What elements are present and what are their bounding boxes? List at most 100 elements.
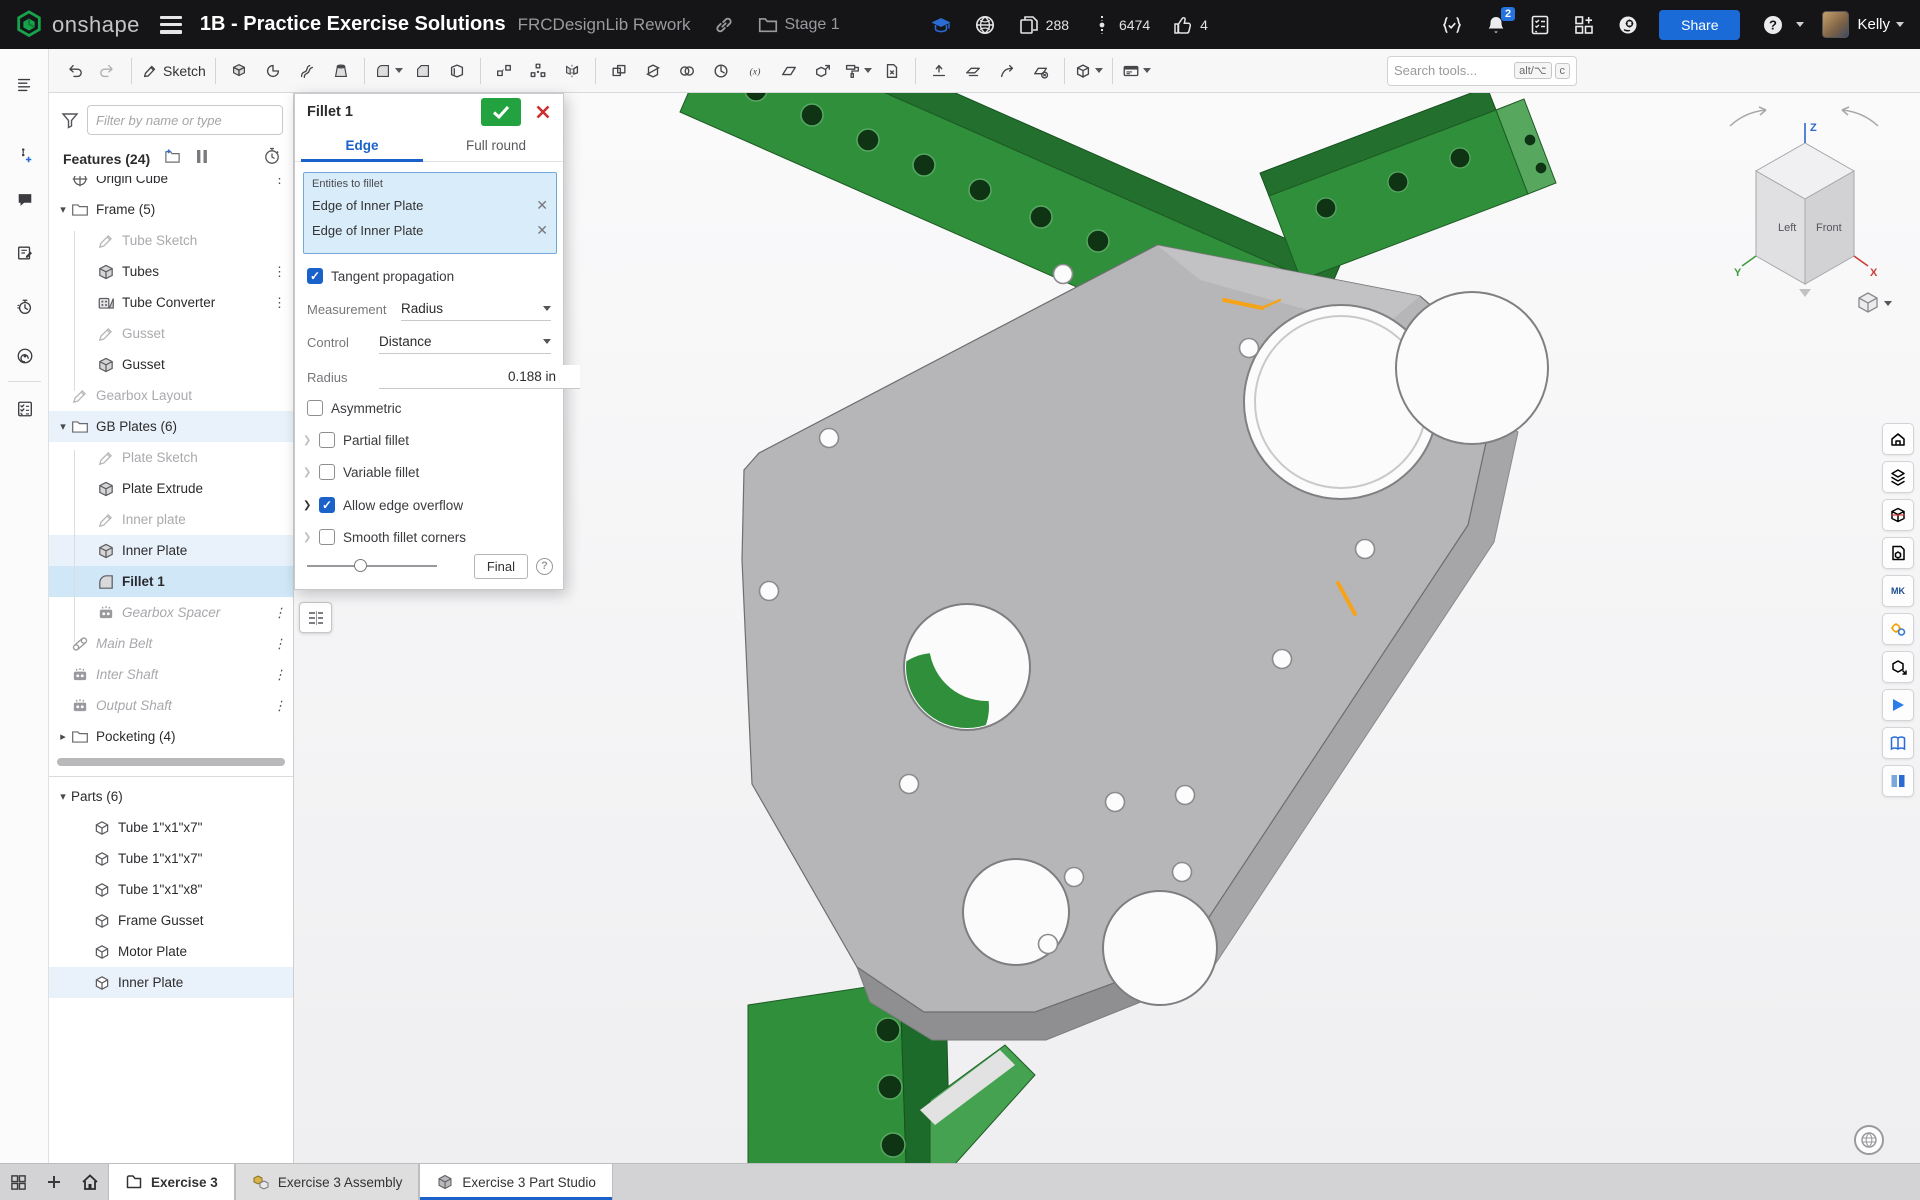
- notifications-button[interactable]: 2: [1485, 14, 1507, 36]
- filter-input[interactable]: [87, 105, 283, 135]
- feature-item-plate-extrude[interactable]: Plate Extrude: [49, 473, 293, 504]
- feature-item-tubes[interactable]: Tubes⋮: [49, 256, 293, 287]
- part-item-tube-1-x1-x8-[interactable]: Tube 1"x1"x8": [49, 874, 293, 905]
- part-item-frame-gusset[interactable]: Frame Gusset: [49, 905, 293, 936]
- view-globe-button[interactable]: [1854, 1125, 1884, 1155]
- drive-shortcut-button[interactable]: [1882, 689, 1914, 721]
- document-shortcut-button[interactable]: [1882, 537, 1914, 569]
- feature-item-inter-shaft[interactable]: Inter Shaft⋮: [49, 659, 293, 690]
- feature-item-frame-5-[interactable]: ▾Frame (5): [49, 194, 293, 225]
- mirror-button[interactable]: [555, 54, 589, 88]
- share-link-icon[interactable]: [713, 14, 735, 36]
- part-item-tube-1-x1-x7-[interactable]: Tube 1"x1"x7": [49, 843, 293, 874]
- partial-fillet-checkbox[interactable]: [319, 432, 335, 448]
- learning-center-icon[interactable]: [10, 341, 40, 371]
- part-item-inner-plate[interactable]: Inner Plate: [49, 967, 293, 998]
- allow-edge-overflow-checkbox[interactable]: ✓: [319, 497, 335, 513]
- versions-counter[interactable]: 6474: [1091, 14, 1150, 36]
- expand-chevron-icon[interactable]: ❯: [303, 500, 317, 511]
- user-avatar[interactable]: [1822, 11, 1849, 38]
- add-tab-button[interactable]: [36, 1164, 72, 1200]
- onshape-logo-icon[interactable]: [14, 10, 44, 40]
- dialog-help-icon[interactable]: ?: [536, 558, 553, 575]
- feature-item-gb-plates-6-[interactable]: ▾GB Plates (6): [49, 411, 293, 442]
- revolve-button[interactable]: [256, 54, 290, 88]
- remove-entity-icon[interactable]: ✕: [534, 197, 550, 214]
- collapse-caret-icon[interactable]: ▾: [55, 420, 71, 433]
- document-tab-exercise-3[interactable]: Exercise 3: [108, 1164, 235, 1200]
- fillet-button[interactable]: [371, 54, 406, 88]
- comments-icon[interactable]: [10, 185, 40, 215]
- expand-chevron-icon[interactable]: ❯: [303, 467, 317, 478]
- shell-button[interactable]: [440, 54, 474, 88]
- chamfer-button[interactable]: [406, 54, 440, 88]
- feature-item-gusset[interactable]: Gusset: [49, 349, 293, 380]
- suspend-icon[interactable]: [195, 149, 209, 169]
- plane-button[interactable]: [772, 54, 806, 88]
- asymmetric-checkbox[interactable]: [307, 400, 323, 416]
- parts-section-header[interactable]: ▾Parts (6): [49, 781, 293, 812]
- project-curve-button[interactable]: [990, 54, 1024, 88]
- feature-item-inner-plate[interactable]: Inner Plate: [49, 535, 293, 566]
- collapse-caret-icon[interactable]: ▾: [55, 790, 71, 803]
- part-item-motor-plate[interactable]: Motor Plate: [49, 936, 293, 967]
- extrude-button[interactable]: [222, 54, 256, 88]
- insert-version-icon[interactable]: [10, 140, 40, 170]
- entity-item[interactable]: Edge of Inner Plate ✕: [310, 193, 550, 218]
- thicken-button[interactable]: [922, 54, 956, 88]
- split-button[interactable]: [636, 54, 670, 88]
- checklist-icon[interactable]: [10, 394, 40, 424]
- likes-counter[interactable]: 4: [1172, 14, 1208, 36]
- tab-edge[interactable]: Edge: [295, 130, 429, 161]
- radius-input[interactable]: [379, 365, 580, 389]
- remove-entity-icon[interactable]: ✕: [534, 222, 550, 239]
- boolean-button[interactable]: [602, 54, 636, 88]
- home-tab-button[interactable]: [72, 1164, 108, 1200]
- main-menu-button[interactable]: [160, 16, 182, 34]
- breadcrumb[interactable]: Stage 1: [757, 14, 840, 36]
- intersect-button[interactable]: [670, 54, 704, 88]
- undo-button[interactable]: [57, 54, 91, 88]
- expand-chevron-icon[interactable]: ❯: [303, 532, 317, 543]
- slider-handle[interactable]: [354, 559, 367, 572]
- regen-time-icon[interactable]: [263, 147, 281, 170]
- linear-pattern-button[interactable]: [487, 54, 521, 88]
- sweep-button[interactable]: [290, 54, 324, 88]
- commit-button[interactable]: [481, 98, 521, 126]
- feature-item-gusset[interactable]: Gusset: [49, 318, 293, 349]
- appearance-button[interactable]: [840, 54, 875, 88]
- view-cube-front-label[interactable]: Front: [1816, 222, 1842, 234]
- featurescript-icon[interactable]: [1441, 14, 1463, 36]
- filter-icon[interactable]: [61, 111, 79, 129]
- feature-item-tube-sketch[interactable]: Tube Sketch: [49, 225, 293, 256]
- measurement-dropdown[interactable]: Radius: [401, 297, 551, 321]
- gearbox-plate[interactable]: [742, 245, 1548, 1040]
- loft-button[interactable]: [324, 54, 358, 88]
- feature-item-pocketing-4-[interactable]: ▸Pocketing (4): [49, 721, 293, 752]
- feature-item-tube-converter[interactable]: Tube Converter⋮: [49, 287, 293, 318]
- columns-shortcut-button[interactable]: [1882, 765, 1914, 797]
- view-cube-left-label[interactable]: Left: [1778, 222, 1796, 234]
- properties-button[interactable]: [1119, 54, 1154, 88]
- expand-caret-icon[interactable]: ▸: [55, 730, 71, 743]
- rollback-slider[interactable]: [307, 565, 437, 567]
- help-menu-button[interactable]: ?: [1762, 14, 1804, 36]
- feature-item-gearbox-spacer[interactable]: Gearbox Spacer⋮: [49, 597, 293, 628]
- document-tab-exercise-3-assembly[interactable]: Exercise 3 Assembly: [235, 1164, 420, 1200]
- part-item-tube-1-x1-x7-[interactable]: Tube 1"x1"x7": [49, 812, 293, 843]
- home-shortcut-button[interactable]: [1882, 423, 1914, 455]
- view-cube-body[interactable]: Left Front: [1756, 143, 1854, 284]
- delete-face-button[interactable]: [1024, 54, 1058, 88]
- helix-button[interactable]: [704, 54, 738, 88]
- apps-menu-button[interactable]: [1573, 14, 1595, 36]
- tube-beam-top-right[interactable]: [1260, 93, 1556, 280]
- feature-item-main-belt[interactable]: Main Belt⋮: [49, 628, 293, 659]
- tree-horizontal-scrollbar[interactable]: [57, 758, 285, 766]
- ai-assistant-button[interactable]: [1617, 14, 1639, 36]
- gears-shortcut-button[interactable]: [1882, 613, 1914, 645]
- smooth-fillet-corners-checkbox[interactable]: [319, 529, 335, 545]
- redo-button[interactable]: [91, 54, 125, 88]
- copies-counter[interactable]: 288: [1018, 14, 1069, 36]
- mk-shortcut-button[interactable]: MK: [1882, 575, 1914, 607]
- feature-item-inner-plate[interactable]: Inner plate: [49, 504, 293, 535]
